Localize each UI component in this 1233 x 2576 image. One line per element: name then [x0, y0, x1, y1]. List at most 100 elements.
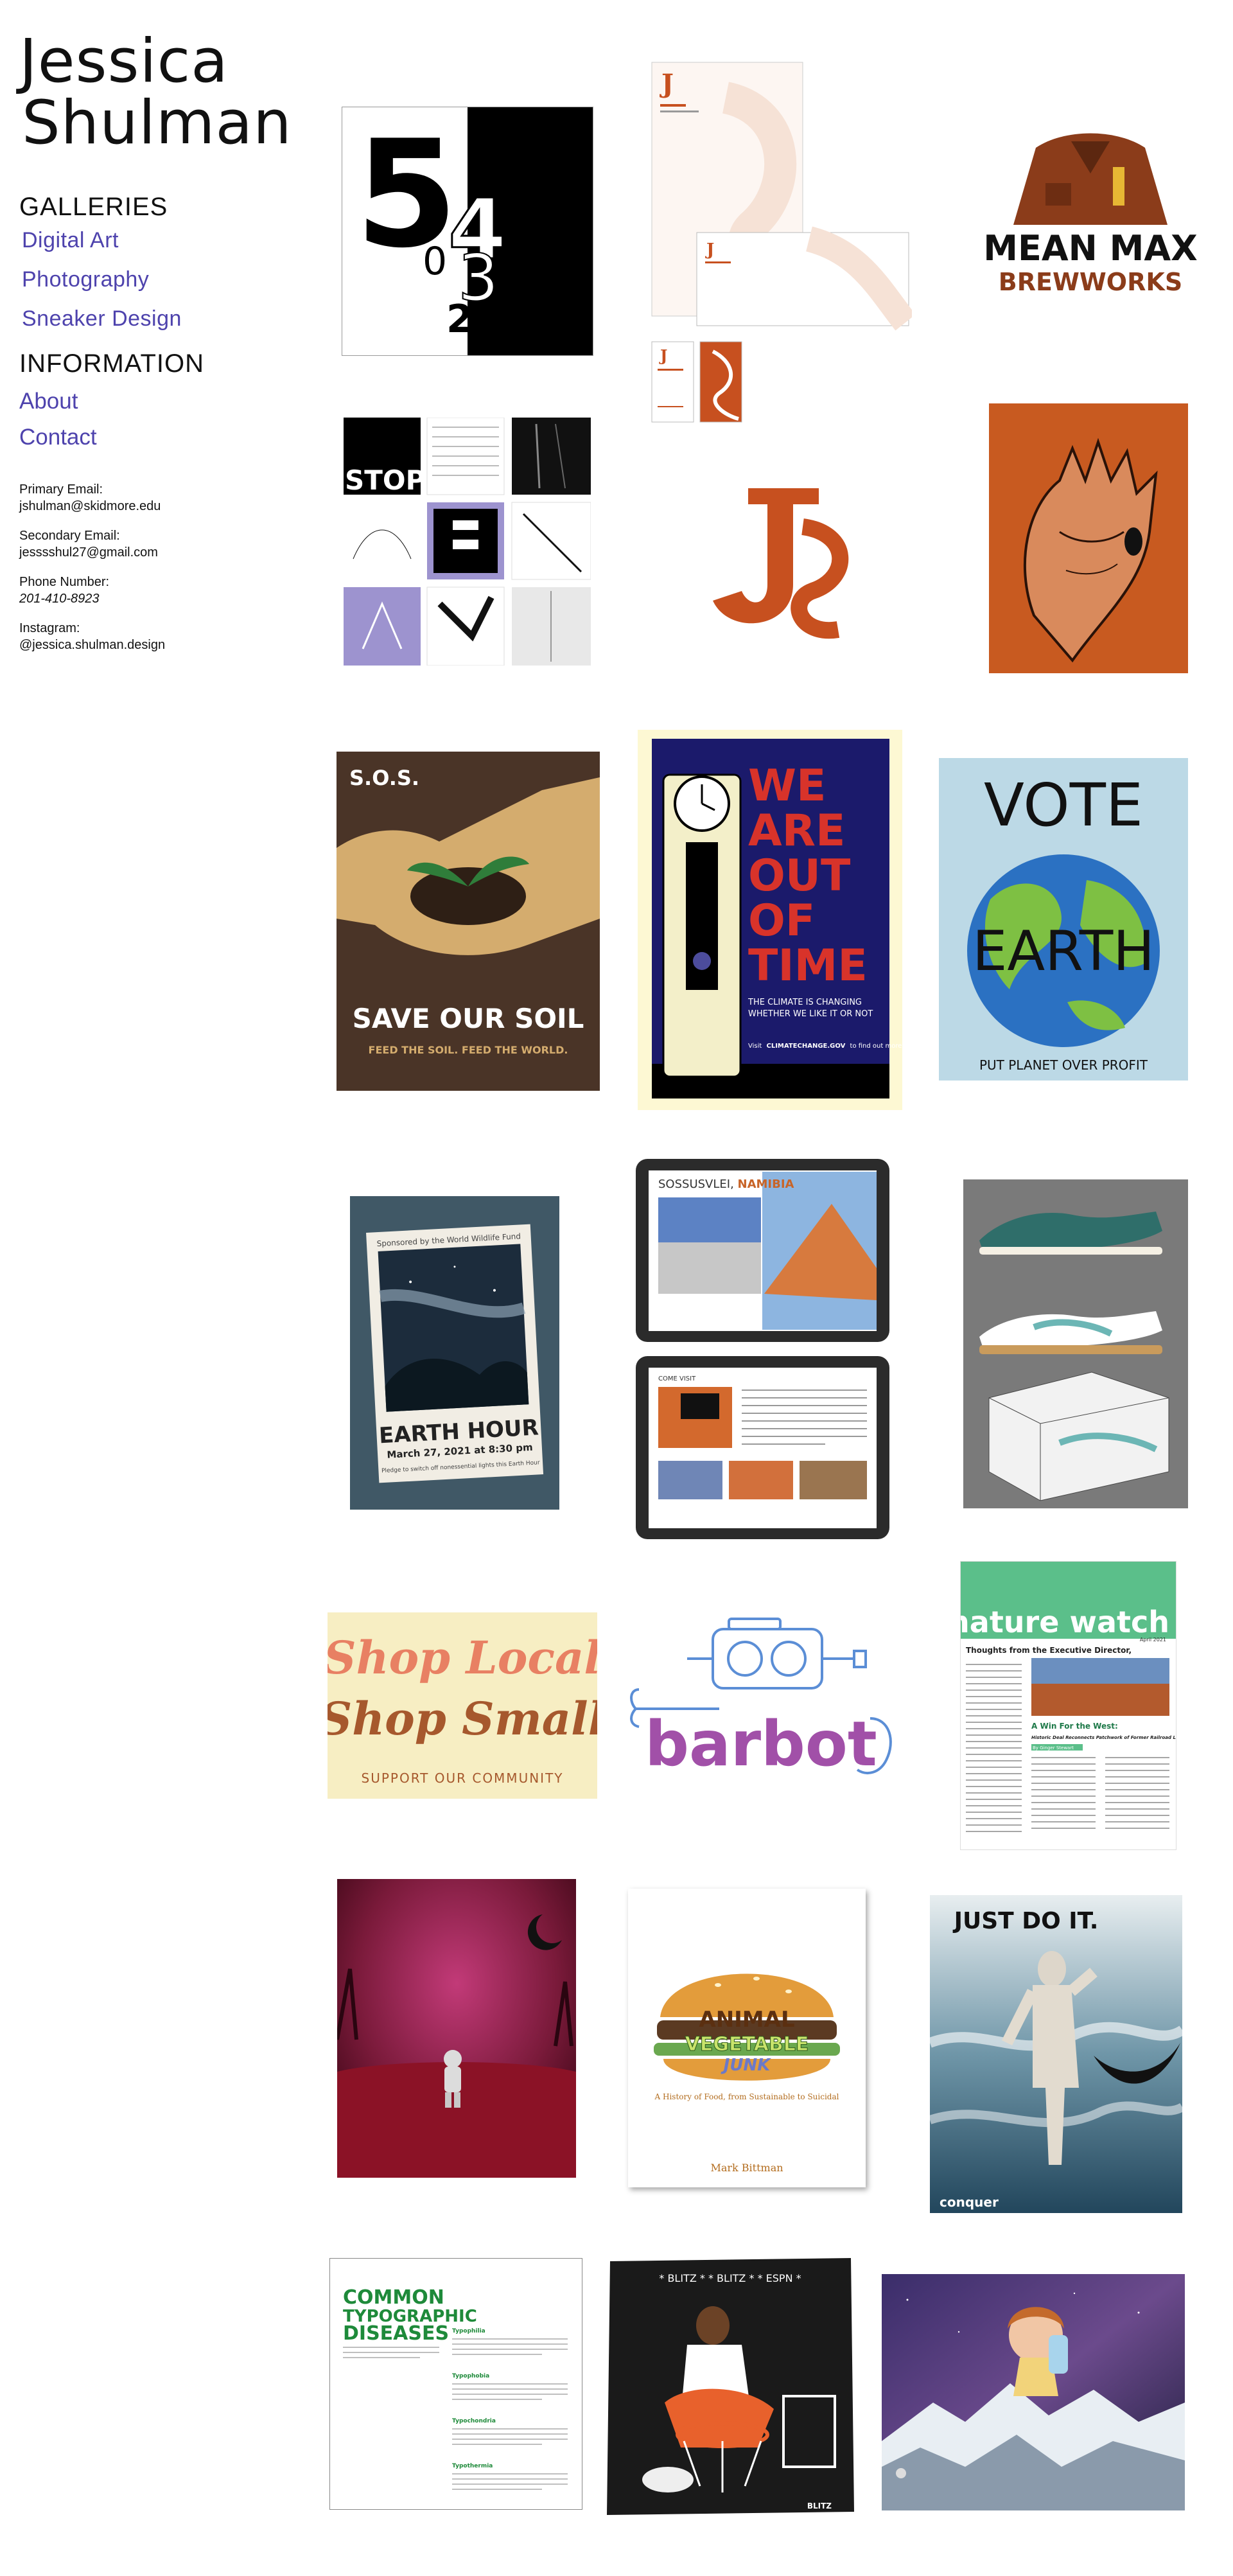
shop-local-graphic: Shop Local Shop Small SUPPORT OUR COMMUN… — [328, 1612, 597, 1799]
nav-sneaker-design[interactable]: Sneaker Design — [22, 306, 289, 331]
artwork-shop-local[interactable]: Shop Local Shop Small SUPPORT OUR COMMUN… — [328, 1612, 597, 1799]
stop-word: STOP — [345, 464, 425, 496]
blitz-band: * BLITZ * * BLITZ * * ESPN * — [659, 2272, 801, 2284]
nav-digital-art[interactable]: Digital Art — [22, 228, 289, 253]
time-visit-url: CLIMATECHANGE.GOV — [767, 1043, 846, 1050]
artwork-barbot-logo[interactable]: barbot — [623, 1612, 909, 1795]
galleries-heading: GALLERIES — [19, 193, 168, 221]
just-do-it-corner: conquer — [940, 2194, 999, 2210]
svg-text:J: J — [705, 240, 714, 260]
mountain-collage-graphic — [882, 2274, 1185, 2510]
barbot-wordmark: barbot — [645, 1708, 877, 1780]
stop-grid-graphic: STOP — [344, 418, 591, 666]
earth-hour-graphic: Sponsored by the World Wildlife Fund EAR… — [350, 1196, 559, 1510]
artwork-hand-drawing[interactable] — [989, 403, 1188, 673]
meanmax-name: MEAN MAX — [983, 228, 1198, 269]
blitz-tag: BLITZ — [807, 2501, 832, 2510]
nature-watch-graphic: nature watch April 2021 Thoughts from th… — [961, 1562, 1176, 1832]
nature-issue: April 2021 — [1140, 1637, 1166, 1643]
numeral-zero: 0 — [423, 239, 447, 284]
sos-tagline: FEED THE SOIL. FEED THE WORLD. — [369, 1044, 568, 1056]
namibia-title-a: SOSSUSVLEI, — [658, 1178, 738, 1191]
typo-section-2: Typophobia — [452, 2373, 489, 2379]
sos-title: S.O.S. — [349, 766, 419, 790]
nature-head-1: Thoughts from the Executive Director, — [966, 1646, 1132, 1655]
namibia-title-b: NAMIBIA — [738, 1178, 794, 1191]
vote-top: VOTE — [984, 771, 1143, 840]
nav-photography[interactable]: Photography — [22, 267, 289, 292]
svg-text:J: J — [659, 346, 667, 365]
namibia-page-two: COME VISIT — [658, 1375, 696, 1382]
astronaut-graphic — [337, 1879, 576, 2178]
information-heading: INFORMATION — [19, 349, 205, 378]
typo-section-1: Typophilia — [452, 2328, 485, 2334]
nature-masthead: nature watch — [961, 1605, 1169, 1639]
artwork-meanmax-logo[interactable]: MEAN MAX BREWWORKS — [975, 122, 1206, 302]
time-line-1: WE — [748, 761, 826, 811]
nature-byline: By Ginger Stewart — [1033, 1745, 1074, 1751]
site-title[interactable]: Jessica Shulman — [19, 31, 292, 154]
artwork-js-monogram[interactable] — [690, 475, 851, 649]
artwork-stationery-set[interactable]: J J J — [649, 59, 912, 430]
artwork-vote-earth[interactable]: VOTE EARTH PUT PLANET OVER PROFIT — [939, 758, 1188, 1081]
animal-vegetable-graphic: ANIMAL VEGETABLE JUNK A History of Food,… — [628, 1889, 866, 2187]
artwork-typographic-diseases[interactable]: COMMON TYPOGRAPHIC DISEASES Typophilia T… — [329, 2258, 582, 2510]
typo-section-3: Typochondria — [452, 2418, 496, 2424]
svg-text:Visit CLIMATECHANGE.GOV: Visit CLIMATECHANGE.GOV to find out more — [748, 1043, 902, 1050]
time-line-3: OUT — [748, 851, 851, 901]
artwork-animal-vegetable-junk[interactable]: ANIMAL VEGETABLE JUNK A History of Food,… — [628, 1889, 866, 2187]
barbot-graphic: barbot — [630, 1618, 892, 1780]
time-line-2: ARE — [748, 806, 845, 856]
vote-earth-graphic: VOTE EARTH PUT PLANET OVER PROFIT — [939, 758, 1188, 1081]
typo-title-3: DISEASES — [343, 2322, 449, 2345]
secondary-email: jesssshul27@gmail.com — [19, 545, 158, 560]
namibia-graphic: SOSSUSVLEI, NAMIBIA COME VISIT — [636, 1159, 889, 1539]
artwork-sneaker-design[interactable] — [963, 1179, 1188, 1508]
instagram-handle: @jessica.shulman.design — [19, 638, 166, 652]
artwork-out-of-time[interactable]: WE ARE OUT OF TIME THE CLIMATE IS CHANGI… — [638, 730, 902, 1110]
time-subline-2: WHETHER WE LIKE IT OR NOT — [748, 1009, 873, 1019]
blitz-graphic: * BLITZ * * BLITZ * * ESPN * BLITZ — [607, 2258, 854, 2515]
sos-headline: SAVE OUR SOIL — [353, 1003, 584, 1034]
primary-email: jshulman@skidmore.edu — [19, 499, 161, 513]
nav-about[interactable]: About — [19, 389, 289, 414]
artwork-nature-watch[interactable]: nature watch April 2021 Thoughts from th… — [960, 1561, 1176, 1850]
artwork-stop-grid[interactable]: STOP — [344, 418, 591, 666]
artwork-save-our-soil[interactable]: S.O.S. SAVE OUR SOIL FEED THE SOIL. FEED… — [337, 752, 600, 1091]
animal-author: Mark Bittman — [710, 2162, 783, 2174]
shop-small-text: Shop Small — [328, 1692, 597, 1745]
numeral-two: 2 — [446, 297, 473, 342]
typographic-diseases-graphic: COMMON TYPOGRAPHIC DISEASES Typophilia T… — [343, 2286, 568, 2490]
stationery-graphic: J J J — [651, 62, 912, 423]
instagram-label: Instagram: — [19, 621, 80, 635]
phone-number: 201-410-8923 — [19, 592, 100, 606]
vote-earth-word: EARTH — [972, 919, 1155, 984]
nav-contact[interactable]: Contact — [19, 425, 289, 450]
artwork-earth-hour[interactable]: Sponsored by the World Wildlife Fund EAR… — [350, 1196, 559, 1510]
time-visit-end: to find out more — [850, 1043, 902, 1050]
out-of-time-graphic: WE ARE OUT OF TIME THE CLIMATE IS CHANGI… — [638, 730, 902, 1110]
numbers-poster-graphic: 5 4 0 3 2 — [342, 107, 593, 355]
artwork-namibia-tablets[interactable]: SOSSUSVLEI, NAMIBIA COME VISIT — [620, 1159, 905, 1539]
svg-text:SOSSUSVLEI, NAMIBIA: SOSSUSVLEI, NAMIBIA — [658, 1178, 794, 1191]
sneaker-graphic — [963, 1179, 1188, 1508]
meanmax-graphic: MEAN MAX BREWWORKS — [983, 133, 1198, 296]
vegetable-title: VEGETABLE — [685, 2033, 809, 2056]
meanmax-subname: BREWWORKS — [999, 268, 1182, 296]
time-line-5: TIME — [748, 940, 868, 991]
time-visit: Visit — [748, 1043, 762, 1050]
just-do-it-graphic: JUST DO IT. conquer — [930, 1895, 1182, 2213]
time-subline-1: THE CLIMATE IS CHANGING — [748, 998, 862, 1007]
artwork-mountain-collage[interactable] — [882, 2274, 1185, 2510]
artwork-just-do-it[interactable]: JUST DO IT. conquer — [930, 1895, 1182, 2213]
phone-label: Phone Number: — [19, 575, 110, 589]
artwork-numbers-poster[interactable]: 5 4 0 3 2 — [342, 107, 593, 356]
just-do-it-slogan: JUST DO IT. — [952, 1908, 1099, 1934]
primary-email-label: Primary Email: — [19, 482, 103, 497]
sidebar: Jessica Shulman GALLERIES Digital Art Ph… — [19, 31, 292, 653]
artwork-blitz-poster[interactable]: * BLITZ * * BLITZ * * ESPN * BLITZ — [604, 2255, 857, 2518]
artwork-astronaut-red-world[interactable] — [337, 1879, 576, 2178]
contact-details: Primary Email: jshulman@skidmore.edu Sec… — [19, 481, 289, 653]
vote-bottom: PUT PLANET OVER PROFIT — [979, 1057, 1148, 1073]
typo-section-4: Typothermia — [452, 2463, 493, 2469]
